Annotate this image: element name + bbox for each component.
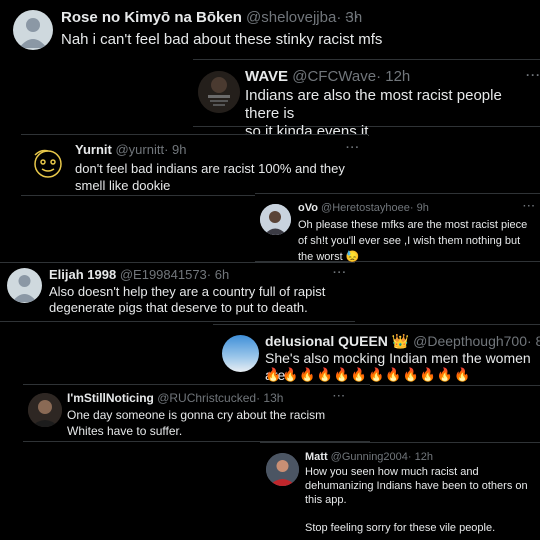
display-name[interactable]: I'mStillNoticing (67, 391, 154, 405)
display-name[interactable]: oVo (298, 202, 318, 214)
user-handle[interactable]: @Heretostayhoee (321, 202, 410, 214)
tweet-card-3[interactable]: Yurnit @yurnitt· 9h ··· don't feel bad i… (21, 134, 368, 196)
display-name[interactable]: Matt (305, 451, 328, 463)
tweet-text: Oh please these mfks are the most racist… (298, 217, 527, 265)
photo-avatar-icon[interactable] (28, 393, 62, 427)
tweet-header: oVo @Heretostayhoee· 9h (298, 202, 429, 214)
tweet-text: One day someone is gonna cry about the r… (67, 408, 326, 438)
more-options-icon[interactable]: ··· (526, 68, 540, 82)
fire-emoji-row: 🔥🔥🔥🔥🔥🔥🔥🔥🔥🔥🔥🔥 (265, 367, 472, 382)
timestamp[interactable]: · 13h (256, 391, 283, 405)
more-options-icon[interactable]: ··· (333, 267, 347, 279)
crown-emoji: 👑 (391, 333, 410, 349)
tweet-header: WAVE @CFCWave· 12h (245, 68, 410, 85)
tweet-card-1[interactable]: Rose no Kimyō na Bōken @shelovejjba· 3h … (0, 0, 390, 60)
tweet-header: delusional QUEEN 👑 @Deepthough700· 8h (265, 333, 540, 350)
display-name[interactable]: Yurnit (75, 142, 112, 157)
tweet-header: Elijah 1998 @E199841573· 6h (49, 267, 229, 282)
display-name[interactable]: Elijah 1998 (49, 267, 116, 282)
timestamp[interactable]: · 9h (410, 202, 429, 214)
timestamp[interactable]: · 9h (164, 142, 186, 157)
user-handle[interactable]: @RUChristcucked (157, 391, 256, 405)
more-options-icon[interactable]: ··· (523, 201, 536, 212)
tweet-header: Rose no Kimyō na Bōken @shelovejjba· 3h (61, 9, 362, 26)
default-avatar-icon[interactable] (13, 10, 53, 50)
more-options-icon[interactable]: ··· (345, 10, 360, 24)
photo-avatar-icon[interactable] (198, 71, 240, 113)
user-handle[interactable]: @CFCWave (292, 68, 376, 85)
display-name[interactable]: WAVE (245, 68, 288, 85)
user-handle[interactable]: @shelovejjba (246, 9, 336, 26)
timestamp[interactable]: · 12h (376, 68, 410, 85)
tweet-card-6[interactable]: delusional QUEEN 👑 @Deepthough700· 8h Sh… (213, 324, 540, 386)
tweet-text: Also doesn't help they are a country ful… (49, 284, 326, 315)
timestamp[interactable]: · 8h (527, 333, 540, 349)
photo-avatar-icon[interactable] (260, 204, 291, 235)
tweet-header: I'mStillNoticing @RUChristcucked· 13h (67, 391, 283, 405)
more-options-icon[interactable]: ··· (346, 142, 360, 154)
tweet-card-2[interactable]: WAVE @CFCWave· 12h ··· Indians are also … (193, 59, 540, 140)
tweet-text: Indians are also the most racist people … (245, 87, 502, 140)
user-handle[interactable]: @Gunning2004 (331, 451, 408, 463)
doodle-avatar-icon[interactable] (27, 143, 69, 185)
photo-avatar-icon[interactable] (266, 453, 299, 486)
tweet-header: Yurnit @yurnitt· 9h (75, 142, 186, 157)
sky-avatar-icon[interactable] (222, 335, 259, 372)
more-options-icon[interactable]: ··· (333, 391, 346, 402)
tweet-text: How you seen how much racist and dehuman… (305, 466, 528, 534)
tweet-header: Matt @Gunning2004· 12h (305, 451, 433, 463)
tweet-text: don't feel bad indians are racist 100% a… (75, 161, 345, 193)
tweet-card-8[interactable]: Matt @Gunning2004· 12h How you seen how … (260, 442, 540, 540)
timestamp[interactable]: · 12h (408, 451, 433, 463)
tweet-card-4[interactable]: oVo @Heretostayhoee· 9h ··· Oh please th… (255, 193, 540, 265)
tweet-card-7[interactable]: I'mStillNoticing @RUChristcucked· 13h ··… (23, 384, 370, 442)
display-name[interactable]: delusional QUEEN (265, 333, 388, 349)
tweet-card-5[interactable]: Elijah 1998 @E199841573· 6h ··· Also doe… (0, 262, 355, 322)
user-handle[interactable]: @yurnitt (115, 142, 164, 157)
user-handle[interactable]: @E199841573 (120, 267, 207, 282)
display-name[interactable]: Rose no Kimyō na Bōken (61, 9, 242, 26)
tweet-text: Nah i can't feel bad about these stinky … (61, 31, 383, 48)
user-handle[interactable]: @Deepthough700 (413, 333, 527, 349)
timestamp[interactable]: · 6h (207, 267, 229, 282)
default-avatar-icon[interactable] (7, 268, 42, 303)
tweet-text-content: Oh please these mfks are the most racist… (298, 219, 528, 263)
